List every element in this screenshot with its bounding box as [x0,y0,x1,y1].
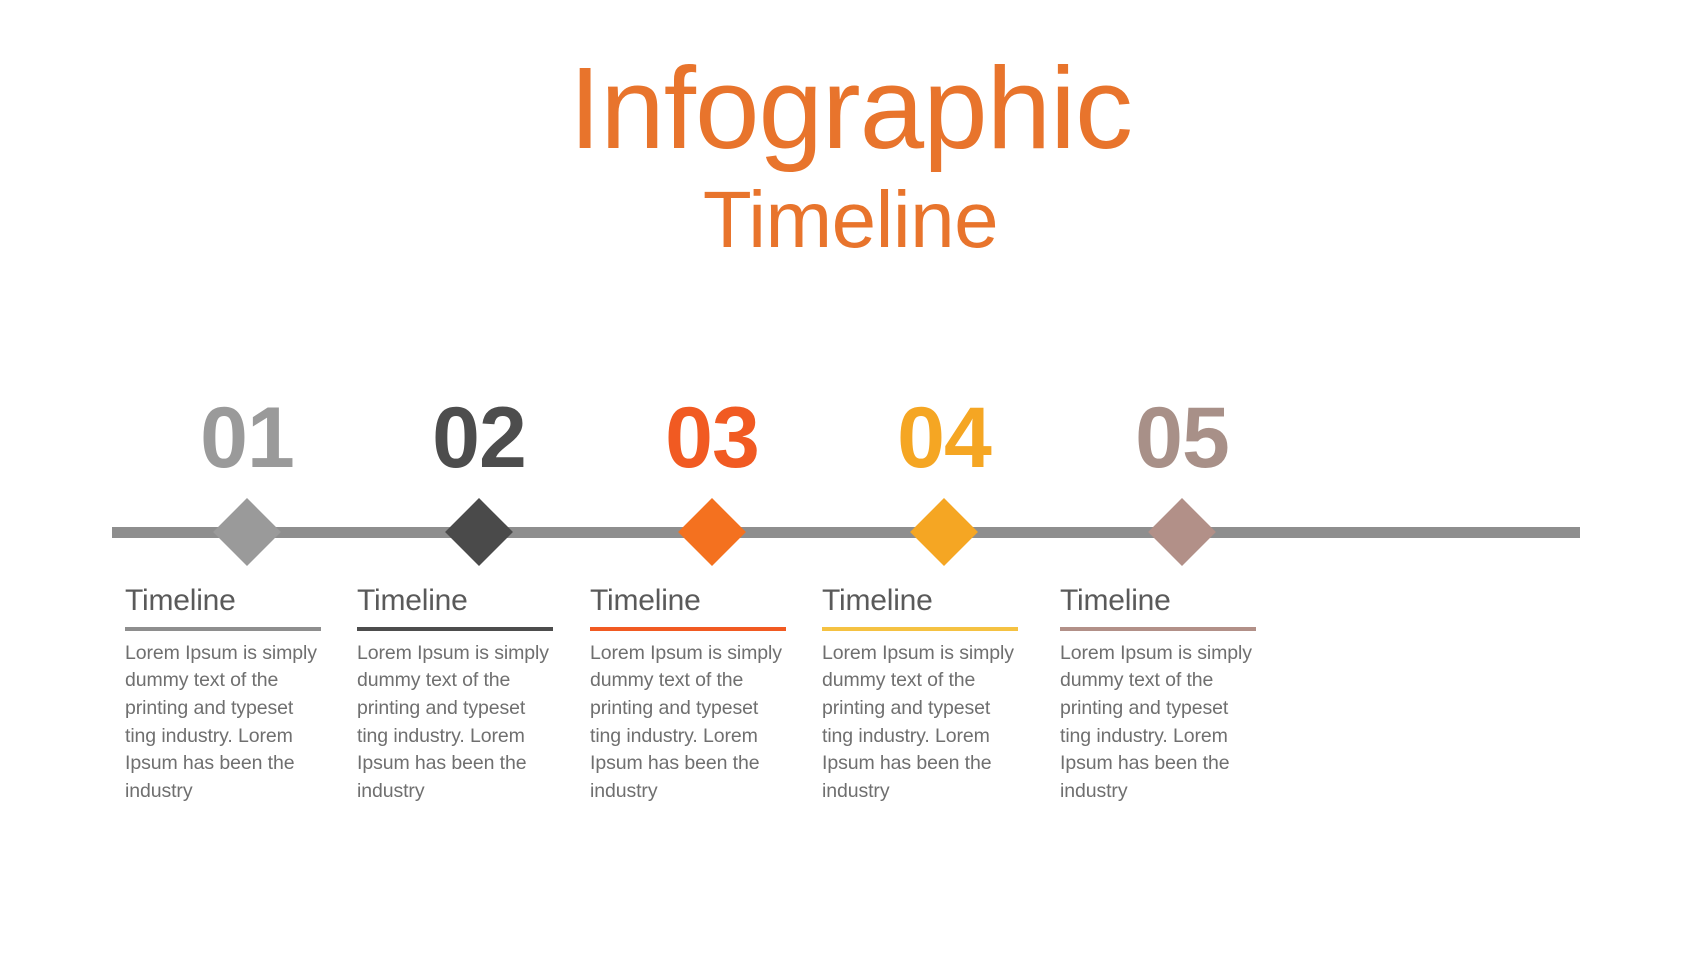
step-rule-02 [357,626,553,631]
step-heading-03: Timeline [590,584,701,617]
step-number-01: 01 [200,390,295,486]
diamond-marker-02 [445,498,513,566]
step-rule-01 [125,626,321,631]
diamond-marker-01 [213,498,281,566]
step-rule-03 [590,626,786,631]
timeline-step-03[interactable]: 03 Timeline Lorem Ipsum is simply dummy … [582,0,842,980]
step-text-02: Lorem Ipsum is simply dummy text of the … [357,641,549,802]
diamond-marker-05 [1148,498,1216,566]
diamond-marker-04 [910,498,978,566]
step-number-02: 02 [432,390,527,486]
step-number-04: 04 [897,390,992,486]
step-text-03: Lorem Ipsum is simply dummy text of the … [590,641,782,802]
step-rule-04 [822,626,1018,631]
step-text-01: Lorem Ipsum is simply dummy text of the … [125,641,317,802]
step-text-04: Lorem Ipsum is simply dummy text of the … [822,641,1014,802]
timeline-step-02[interactable]: 02 Timeline Lorem Ipsum is simply dummy … [349,0,609,980]
step-heading-04: Timeline [822,584,933,617]
step-body-04: Timeline Lorem Ipsum is simply dummy tex… [814,582,1050,806]
step-text-05: Lorem Ipsum is simply dummy text of the … [1060,641,1252,802]
timeline-step-04[interactable]: 04 Timeline Lorem Ipsum is simply dummy … [814,0,1074,980]
timeline-steps: 01 Timeline Lorem Ipsum is simply dummy … [112,0,1580,980]
step-heading-01: Timeline [125,584,236,617]
timeline-step-01[interactable]: 01 Timeline Lorem Ipsum is simply dummy … [117,0,377,980]
step-heading-05: Timeline [1060,584,1171,617]
step-number-05: 05 [1135,390,1230,486]
step-body-01: Timeline Lorem Ipsum is simply dummy tex… [117,582,353,806]
timeline-step-05[interactable]: 05 Timeline Lorem Ipsum is simply dummy … [1052,0,1312,980]
infographic-canvas: Infographic Timeline 01 Timeline Lorem I… [0,0,1701,980]
step-number-03: 03 [665,390,760,486]
diamond-marker-03 [678,498,746,566]
step-body-03: Timeline Lorem Ipsum is simply dummy tex… [582,582,818,806]
step-rule-05 [1060,626,1256,631]
step-heading-02: Timeline [357,584,468,617]
step-body-02: Timeline Lorem Ipsum is simply dummy tex… [349,582,585,806]
step-body-05: Timeline Lorem Ipsum is simply dummy tex… [1052,582,1288,806]
